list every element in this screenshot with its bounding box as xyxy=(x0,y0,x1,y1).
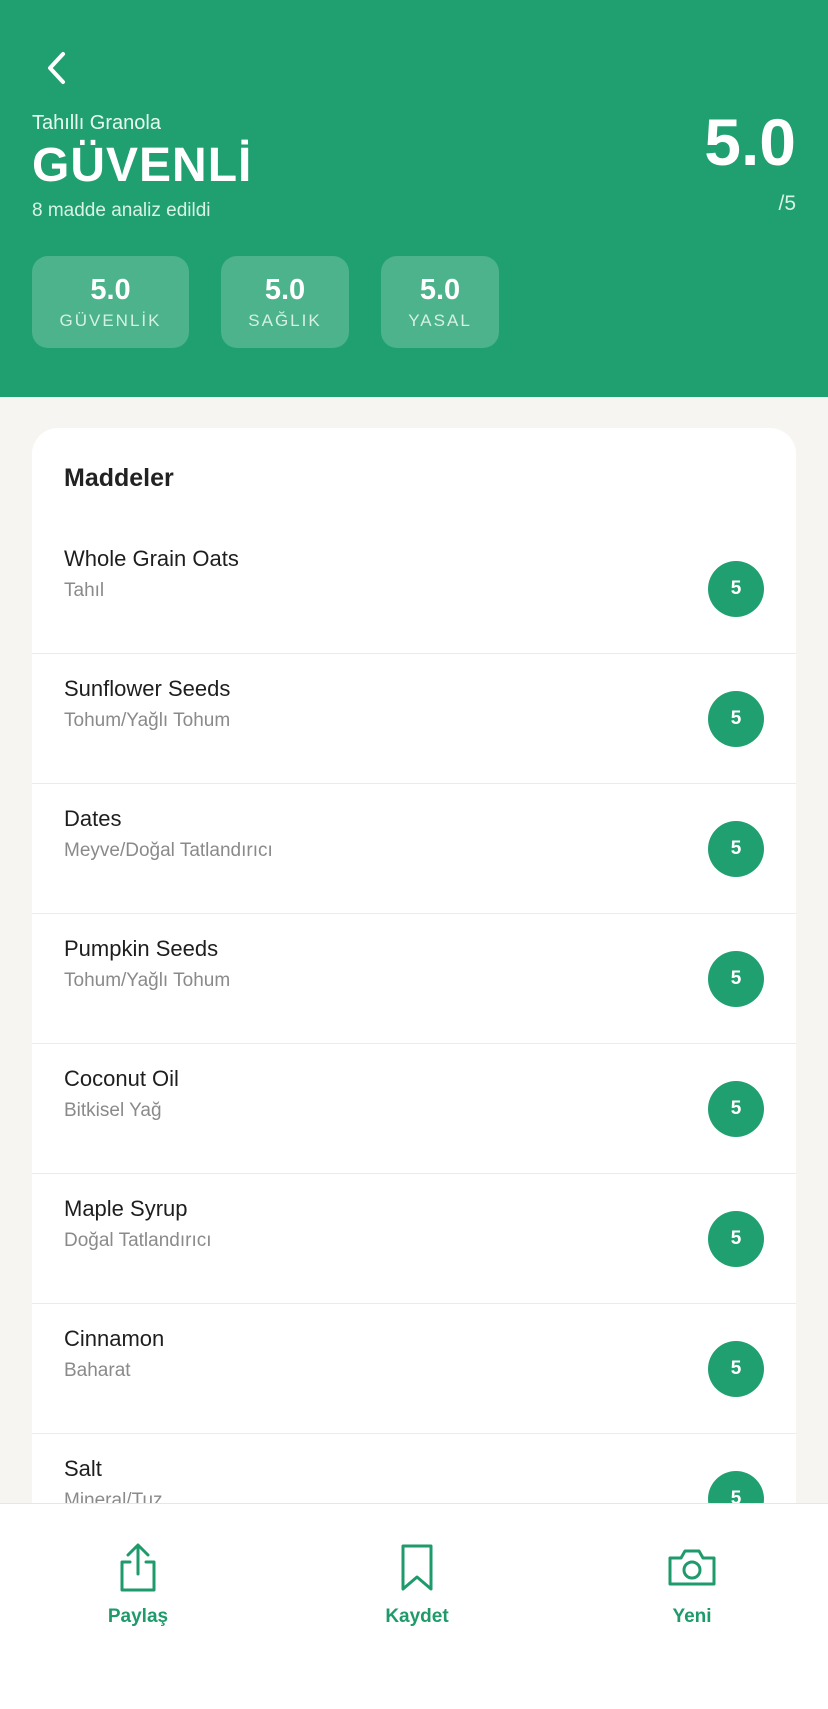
ingredient-name: Coconut Oil xyxy=(64,1066,179,1091)
overall-score-max: /5 xyxy=(778,192,796,215)
ingredient-category: Bitkisel Yağ xyxy=(64,1100,162,1121)
back-button[interactable] xyxy=(36,48,76,88)
ingredient-category: Doğal Tatlandırıcı xyxy=(64,1230,212,1251)
analyzed-count: 8 madde analiz edildi xyxy=(32,200,211,221)
ingredients-title: Maddeler xyxy=(64,464,174,492)
ingredient-row[interactable]: Coconut Oil Bitkisel Yağ 5 xyxy=(32,1044,796,1174)
save-label: Kaydet xyxy=(385,1606,449,1627)
bookmark-icon xyxy=(401,1544,433,1591)
ingredient-name: Whole Grain Oats xyxy=(64,546,239,571)
ingredient-score-badge: 5 xyxy=(708,561,764,617)
ingredient-name: Pumpkin Seeds xyxy=(64,936,219,961)
ingredient-score-badge: 5 xyxy=(708,1081,764,1137)
safety-score-pill: 5.0 GÜVENLİK xyxy=(32,256,189,348)
ingredient-score-badge: 5 xyxy=(708,951,764,1007)
health-score-pill: 5.0 SAĞLIK xyxy=(221,256,349,348)
overall-score: 5.0 xyxy=(704,105,796,179)
ingredient-row[interactable]: Cinnamon Baharat 5 xyxy=(32,1304,796,1434)
ingredient-name: Cinnamon xyxy=(64,1326,165,1351)
ingredient-score-badge: 5 xyxy=(708,691,764,747)
safety-score-label: GÜVENLİK xyxy=(59,310,162,330)
product-name: Tahıllı Granola xyxy=(32,112,161,134)
ingredient-name: Sunflower Seeds xyxy=(64,676,231,701)
legal-score-label: YASAL xyxy=(408,310,472,330)
ingredient-category: Meyve/Doğal Tatlandırıcı xyxy=(64,840,273,861)
health-score-value: 5.0 xyxy=(264,273,306,306)
save-button[interactable]: Kaydet xyxy=(337,1542,497,1642)
legal-score-value: 5.0 xyxy=(419,273,461,306)
ingredient-category: Tohum/Yağlı Tohum xyxy=(64,710,231,731)
result-header: Tahıllı Granola GÜVENLİ 8 madde analiz e… xyxy=(0,0,828,397)
ingredient-name: Dates xyxy=(64,806,122,831)
ingredient-row[interactable]: Sunflower Seeds Tohum/Yağlı Tohum 5 xyxy=(32,654,796,784)
ingredient-row[interactable]: Whole Grain Oats Tahıl 5 xyxy=(32,524,796,654)
share-icon xyxy=(120,1543,156,1592)
ingredient-category: Baharat xyxy=(64,1360,131,1381)
new-scan-button[interactable]: Yeni xyxy=(612,1542,772,1642)
ingredient-row[interactable]: Maple Syrup Doğal Tatlandırıcı 5 xyxy=(32,1174,796,1304)
camera-icon xyxy=(668,1549,716,1586)
share-label: Paylaş xyxy=(107,1606,169,1627)
ingredient-category: Tahıl xyxy=(64,580,105,601)
ingredient-row[interactable]: Pumpkin Seeds Tohum/Yağlı Tohum 5 xyxy=(32,914,796,1044)
ingredient-name: Salt xyxy=(64,1456,102,1481)
new-label: Yeni xyxy=(672,1606,712,1627)
health-score-label: SAĞLIK xyxy=(248,310,322,330)
ingredient-name: Maple Syrup xyxy=(64,1196,188,1221)
legal-score-pill: 5.0 YASAL xyxy=(381,256,499,348)
ingredient-score-badge: 5 xyxy=(708,1211,764,1267)
safety-verdict: GÜVENLİ xyxy=(32,139,253,192)
ingredient-category: Tohum/Yağlı Tohum xyxy=(64,970,231,991)
ingredient-score-badge: 5 xyxy=(708,821,764,877)
safety-score-value: 5.0 xyxy=(90,273,131,306)
bottom-action-bar: Paylaş Kaydet Yeni xyxy=(0,1503,828,1709)
share-button[interactable]: Paylaş xyxy=(58,1542,218,1642)
chevron-left-icon xyxy=(48,52,65,84)
ingredient-score-badge: 5 xyxy=(708,1341,764,1397)
ingredient-row[interactable]: Dates Meyve/Doğal Tatlandırıcı 5 xyxy=(32,784,796,914)
